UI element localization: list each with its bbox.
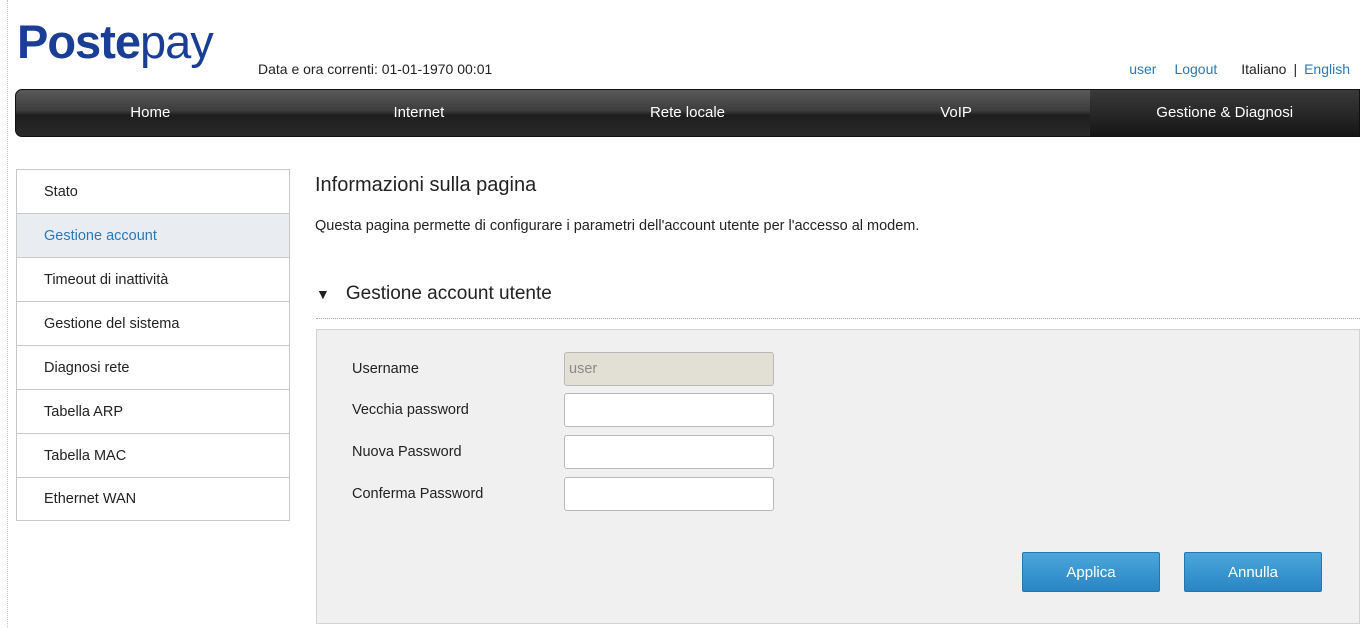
language-italiano: Italiano	[1241, 61, 1287, 77]
old-password-field[interactable]	[564, 393, 774, 427]
postepay-logo: Postepay	[17, 15, 214, 68]
username-row: Username	[352, 352, 774, 386]
logo-bold-text: Poste	[17, 15, 141, 68]
section-divider	[316, 318, 1360, 319]
new-password-field[interactable]	[564, 435, 774, 469]
sidebar-item-tabella-mac[interactable]: Tabella MAC	[17, 434, 289, 478]
sidebar-item-gestione-sistema[interactable]: Gestione del sistema	[17, 302, 289, 346]
page-title: Informazioni sulla pagina	[315, 174, 537, 196]
sidebar-item-tabella-arp[interactable]: Tabella ARP	[17, 390, 289, 434]
sidebar-item-gestione-account[interactable]: Gestione account	[17, 214, 289, 258]
current-datetime: Data e ora correnti: 01-01-1970 00:01	[258, 61, 493, 77]
sidebar-item-timeout[interactable]: Timeout di inattività	[17, 258, 289, 302]
confirm-password-field[interactable]	[564, 477, 774, 511]
nav-rete-locale[interactable]: Rete locale	[553, 90, 822, 136]
old-password-row: Vecchia password	[352, 393, 774, 427]
page-description: Questa pagina permette di configurare i …	[315, 218, 920, 234]
section-header-account[interactable]: ▼ Gestione account utente	[316, 283, 552, 305]
header-links: user Logout Italiano | English	[1129, 61, 1350, 77]
sidebar-item-ethernet-wan[interactable]: Ethernet WAN	[17, 478, 289, 520]
user-link[interactable]: user	[1129, 61, 1156, 77]
nav-voip[interactable]: VoIP	[822, 90, 1091, 136]
username-label: Username	[352, 361, 419, 377]
section-title: Gestione account utente	[345, 283, 552, 304]
username-field	[564, 352, 774, 386]
nav-gestione-diagnosi[interactable]: Gestione & Diagnosi	[1090, 90, 1359, 136]
apply-button[interactable]: Applica	[1022, 552, 1160, 592]
sidebar-item-stato[interactable]: Stato	[17, 170, 289, 214]
old-password-label: Vecchia password	[352, 402, 469, 418]
cancel-button[interactable]: Annulla	[1184, 552, 1322, 592]
nav-internet[interactable]: Internet	[285, 90, 554, 136]
sidebar-item-diagnosi-rete[interactable]: Diagnosi rete	[17, 346, 289, 390]
language-english-link[interactable]: English	[1304, 61, 1350, 77]
new-password-label: Nuova Password	[352, 444, 462, 460]
confirm-password-label: Conferma Password	[352, 486, 484, 502]
page-border	[7, 0, 8, 628]
new-password-row: Nuova Password	[352, 435, 774, 469]
main-nav: Home Internet Rete locale VoIP Gestione …	[15, 89, 1360, 137]
nav-home[interactable]: Home	[16, 90, 285, 136]
collapse-triangle-icon: ▼	[316, 286, 330, 302]
logo-light-text: pay	[140, 15, 214, 68]
sidebar-menu: Stato Gestione account Timeout di inatti…	[16, 169, 290, 521]
account-form-panel: Username Vecchia password Nuova Password…	[316, 329, 1360, 624]
language-separator: |	[1293, 61, 1298, 77]
logout-link[interactable]: Logout	[1174, 61, 1217, 77]
confirm-password-row: Conferma Password	[352, 477, 774, 511]
